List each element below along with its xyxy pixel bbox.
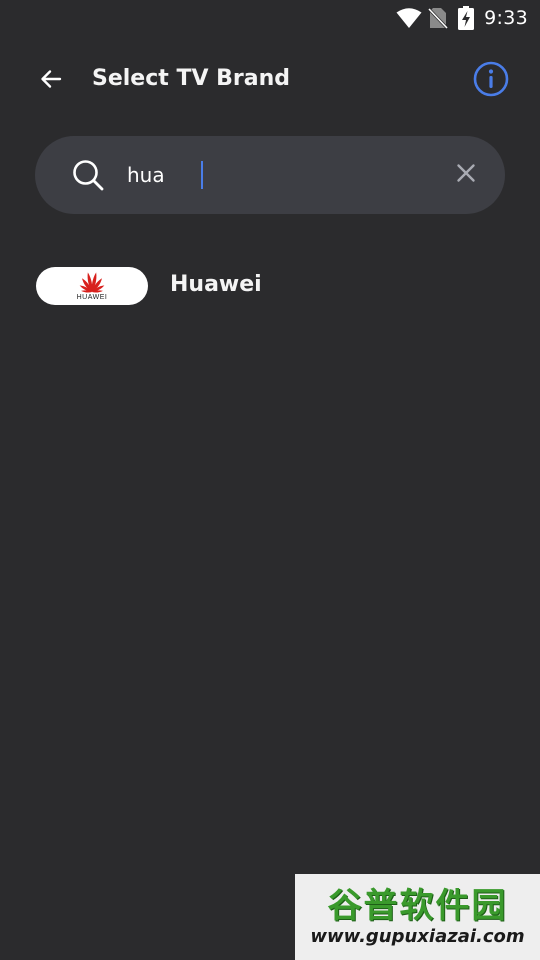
huawei-logo: HUAWEI (36, 267, 148, 305)
app-bar: Select TV Brand (0, 56, 540, 104)
status-icons: 9:33 (396, 5, 528, 31)
clear-search-button[interactable] (453, 162, 479, 188)
brand-list: HUAWEI Huawei (0, 262, 540, 312)
brand-item-huawei[interactable]: HUAWEI Huawei (0, 262, 540, 312)
search-icon (71, 158, 105, 192)
page-title: Select TV Brand (92, 66, 291, 91)
search-bar[interactable] (35, 136, 505, 214)
info-button[interactable] (470, 60, 512, 102)
status-time: 9:33 (484, 7, 528, 29)
watermark-url: www.gupuxiazai.com (310, 926, 525, 947)
search-input[interactable] (127, 155, 427, 195)
status-bar: 9:33 (0, 0, 540, 36)
close-icon (456, 163, 476, 188)
text-cursor (201, 161, 203, 189)
battery-charging-icon (458, 6, 475, 30)
arrow-left-icon (39, 67, 63, 96)
huawei-flower-icon (79, 272, 105, 293)
info-circle-icon (473, 61, 509, 102)
brand-name: Huawei (170, 272, 262, 297)
back-button[interactable] (30, 60, 72, 102)
wifi-icon (396, 7, 422, 29)
no-sim-icon (428, 7, 449, 29)
watermark: 谷普软件园 www.gupuxiazai.com (295, 874, 540, 960)
watermark-title: 谷普软件园 (327, 886, 508, 926)
app-screen: 9:33 Select TV Brand hua HUAWEI Huawei 谷… (0, 0, 540, 960)
huawei-logo-text: HUAWEI (76, 294, 108, 301)
